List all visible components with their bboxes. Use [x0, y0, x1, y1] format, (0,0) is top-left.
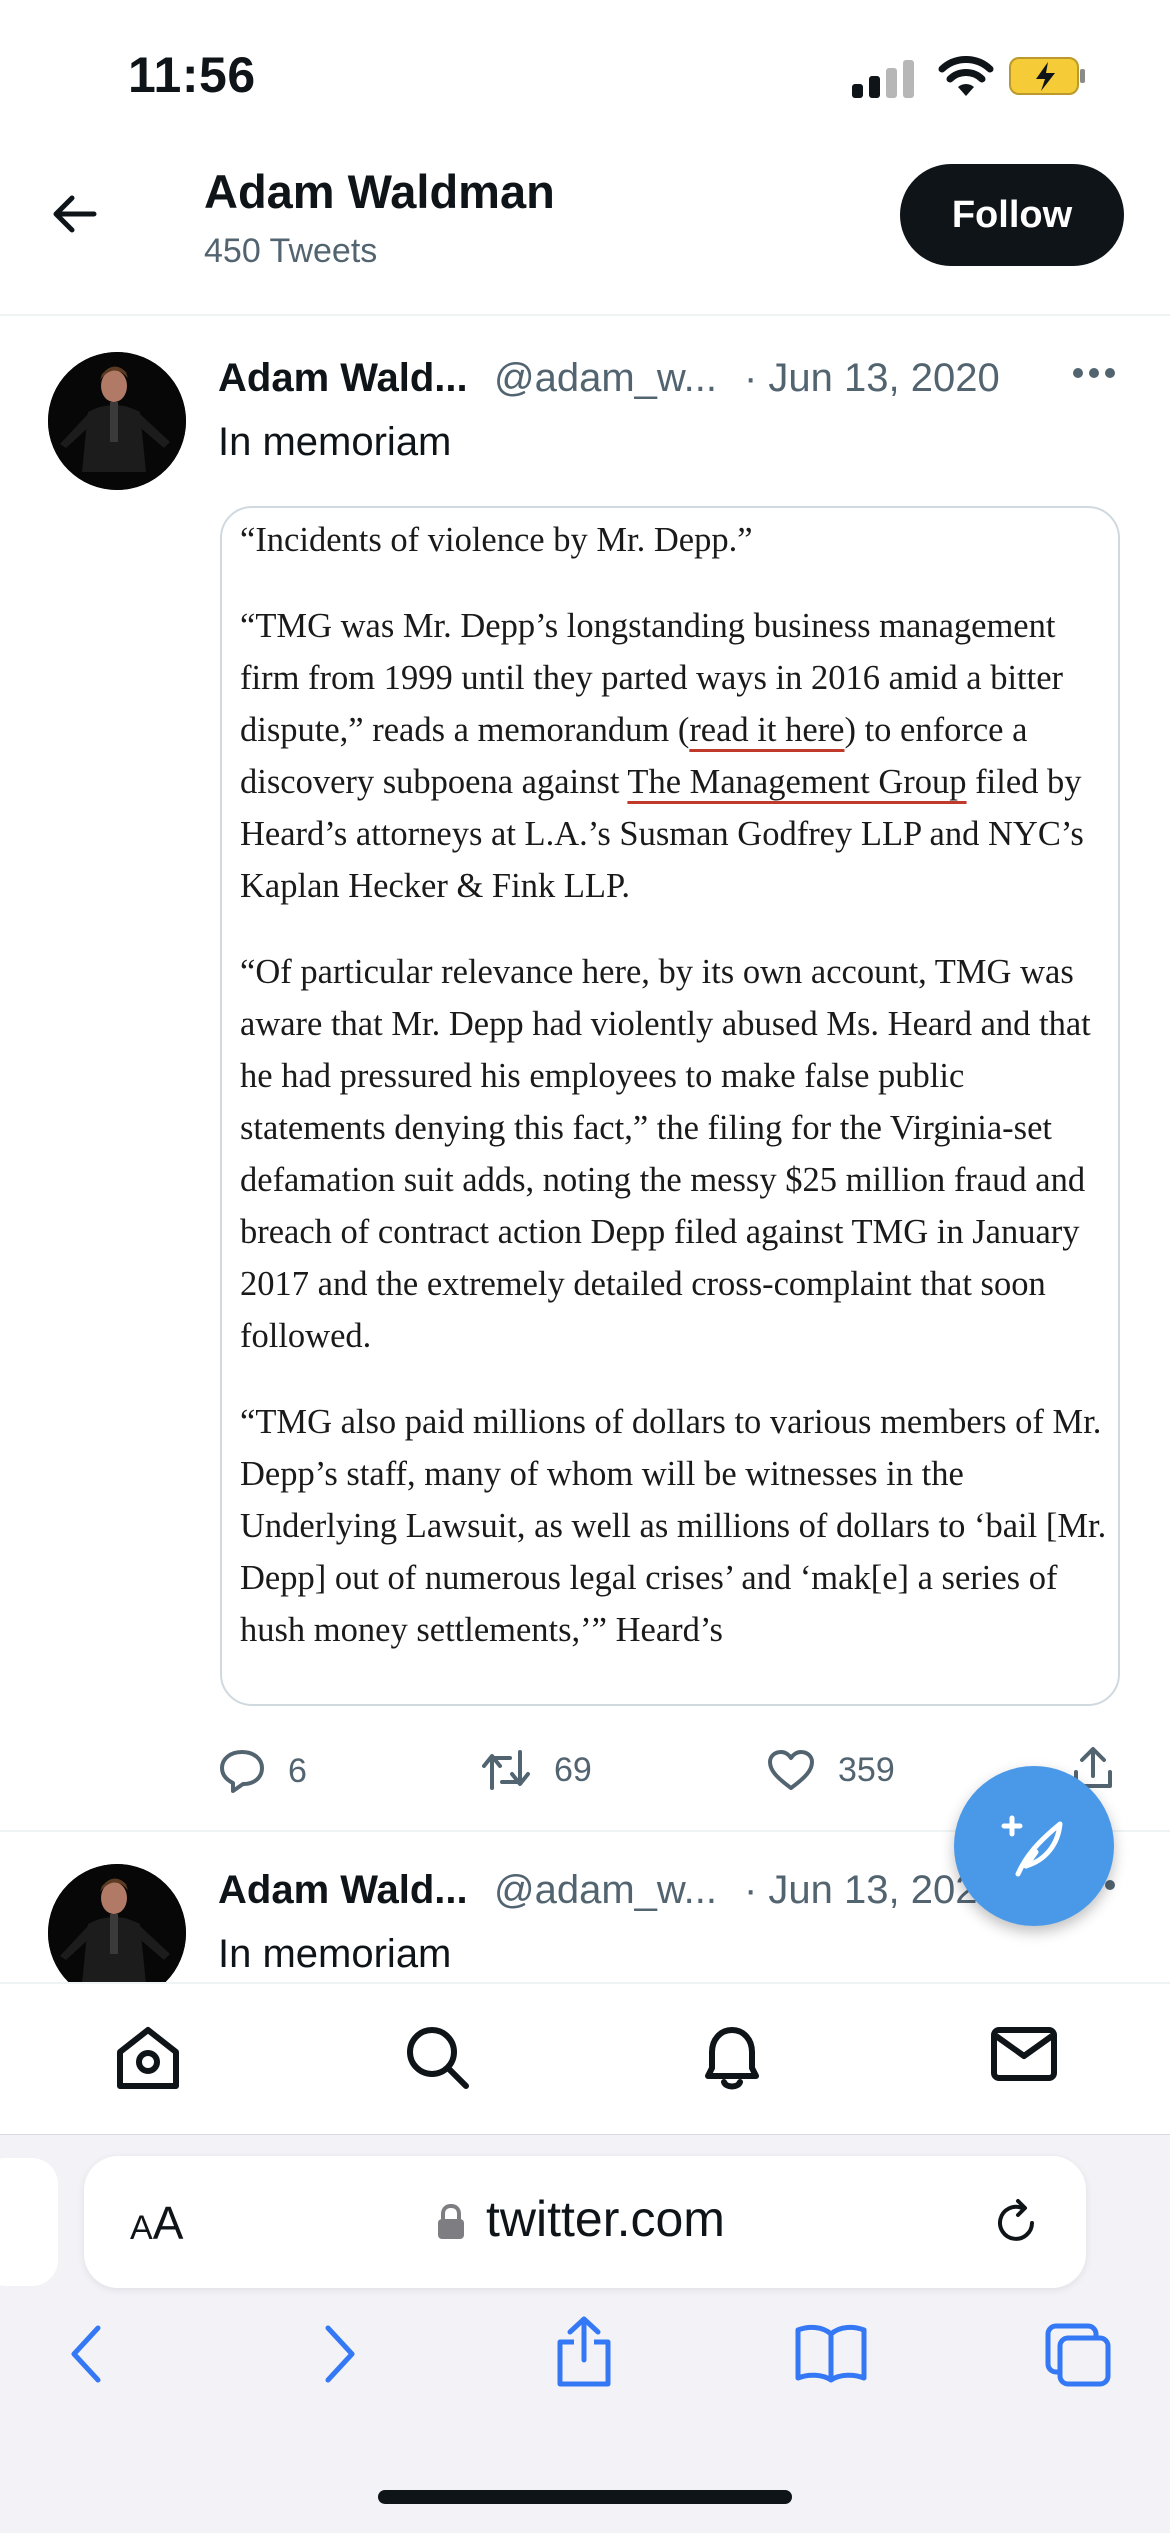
- tweet-date[interactable]: · Jun 13, 2020: [744, 356, 1000, 401]
- header-divider: [0, 314, 1170, 316]
- heart-icon: [768, 1750, 814, 1790]
- reply-icon: [220, 1750, 264, 1793]
- page-settings-button[interactable]: AA: [130, 2196, 183, 2250]
- retweet-icon: [482, 1750, 530, 1790]
- notifications-icon[interactable]: [700, 2024, 764, 2092]
- compose-tweet-button[interactable]: [954, 1766, 1114, 1926]
- wifi-icon: [938, 56, 994, 96]
- battery-charging-icon: [1009, 57, 1085, 95]
- cellular-signal-icon: [852, 58, 916, 98]
- article-link: The Management Group: [627, 763, 967, 801]
- like-count: 359: [838, 1750, 895, 1789]
- previous-tab-preview[interactable]: [0, 2158, 58, 2286]
- tweet-author-name[interactable]: Adam Wald...: [218, 1868, 468, 1913]
- article-paragraph: “Of particular relevance here, by its ow…: [240, 953, 1091, 1355]
- reload-icon[interactable]: [992, 2197, 1040, 2247]
- status-time: 11:56: [128, 47, 256, 103]
- profile-name: Adam Waldman: [204, 165, 555, 218]
- more-options-icon[interactable]: [1072, 366, 1116, 384]
- avatar[interactable]: [48, 352, 186, 490]
- browser-forward-icon[interactable]: [320, 2322, 360, 2386]
- share-sheet-icon[interactable]: [552, 2316, 616, 2388]
- retweet-button[interactable]: 69: [480, 1748, 592, 1792]
- reply-button[interactable]: 6: [218, 1748, 307, 1794]
- home-indicator: [378, 2490, 792, 2504]
- article-paragraph: “TMG was Mr. Depp’s longstanding busines…: [240, 607, 1084, 905]
- tweet-text: In memoriam: [218, 420, 452, 464]
- retweet-count: 69: [554, 1750, 592, 1789]
- tweet-author-handle[interactable]: @adam_w...: [494, 356, 717, 401]
- feather-plus-icon: [1001, 1815, 1063, 1877]
- back-arrow-icon[interactable]: [48, 188, 100, 240]
- url-text[interactable]: twitter.com: [486, 2190, 725, 2248]
- tweet-author-name[interactable]: Adam Wald...: [218, 356, 468, 401]
- bottom-nav-bar: [0, 1982, 1170, 2136]
- search-icon[interactable]: [404, 2024, 470, 2090]
- tabs-icon[interactable]: [1044, 2322, 1112, 2388]
- follow-button[interactable]: Follow: [900, 164, 1124, 266]
- lock-icon: [438, 2203, 464, 2239]
- browser-back-icon[interactable]: [66, 2322, 106, 2386]
- home-icon[interactable]: [114, 2024, 182, 2090]
- reply-count: 6: [288, 1751, 307, 1790]
- article-screenshot: “Incidents of violence by Mr. Depp.” “TM…: [240, 508, 1110, 1690]
- messages-icon[interactable]: [990, 2024, 1058, 2084]
- article-paragraph: “Incidents of violence by Mr. Depp.”: [240, 521, 753, 559]
- bookmarks-icon[interactable]: [794, 2322, 868, 2384]
- tweet-text: In memoriam: [218, 1932, 452, 1976]
- article-paragraph: “TMG also paid millions of dollars to va…: [240, 1403, 1107, 1649]
- article-link: read it here: [689, 711, 845, 749]
- tweet-count: 450 Tweets: [204, 232, 378, 270]
- attached-image[interactable]: “Incidents of violence by Mr. Depp.” “TM…: [220, 506, 1120, 1706]
- tweet-author-handle[interactable]: @adam_w...: [494, 1868, 717, 1913]
- like-button[interactable]: 359: [766, 1748, 895, 1792]
